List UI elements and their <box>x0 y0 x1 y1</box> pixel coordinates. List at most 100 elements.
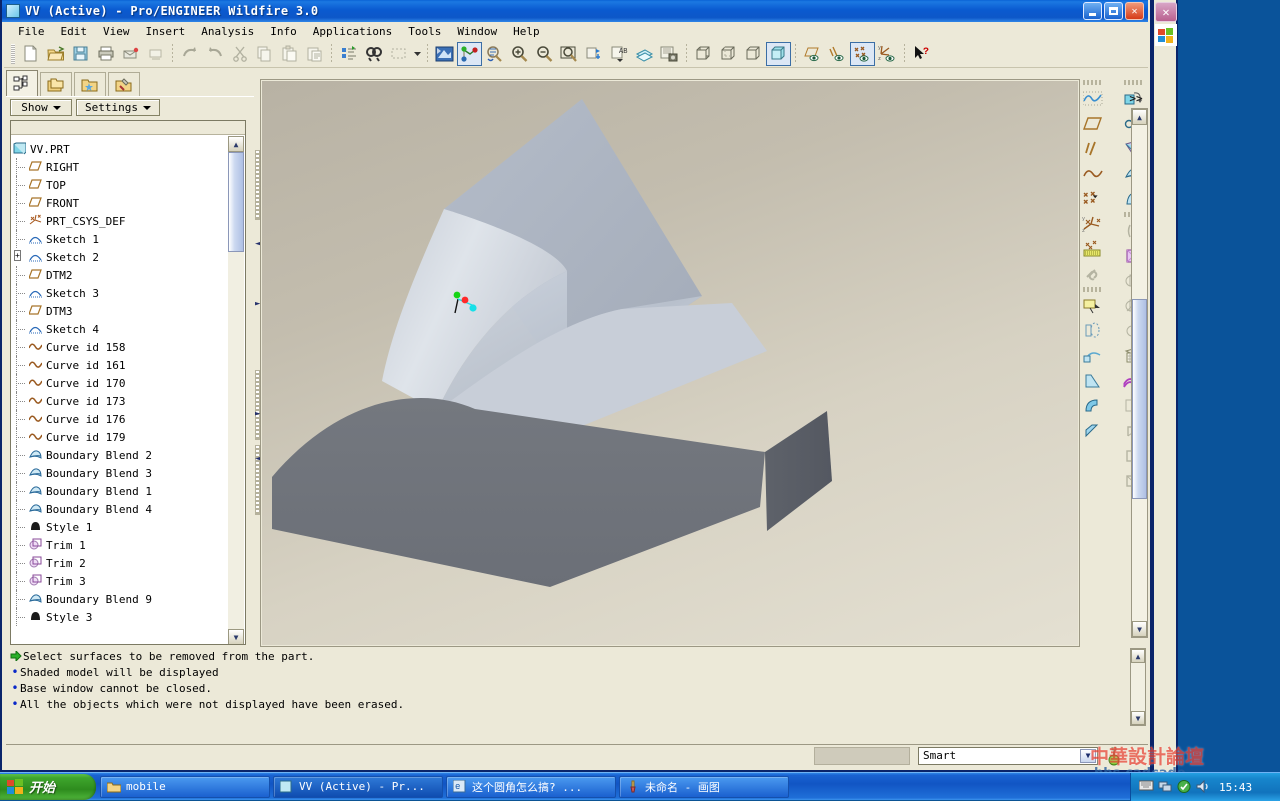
datum-csys-icon[interactable]: y z <box>1081 211 1105 236</box>
close-button[interactable]: ✕ <box>1125 2 1144 20</box>
datum-curve-icon[interactable] <box>1081 86 1105 111</box>
toolbar-grip[interactable] <box>1083 80 1103 85</box>
shaded-icon[interactable] <box>766 42 791 66</box>
graph-icon[interactable] <box>1081 236 1105 261</box>
3d-model[interactable] <box>262 81 1078 645</box>
tree-item[interactable]: Sketch 3 <box>13 284 229 302</box>
tree-item[interactable]: Trim 2 <box>13 554 229 572</box>
message-area-scrollbar[interactable]: ▲ ▼ <box>1130 648 1146 726</box>
hidden-line-icon[interactable] <box>716 42 741 66</box>
selection-filter-combobox[interactable]: Smart ▼ <box>918 747 1098 765</box>
print-icon[interactable] <box>93 42 118 66</box>
menu-item-insert[interactable]: Insert <box>138 24 194 39</box>
splitter-collapse-arrow2-icon[interactable]: ► <box>255 410 260 418</box>
round-icon[interactable] <box>1081 393 1105 418</box>
tree-item[interactable]: TOP <box>13 176 229 194</box>
zoom-out-icon[interactable] <box>532 42 557 66</box>
toolbar-expander-button[interactable]: >> <box>1126 90 1146 106</box>
scroll-down-arrow-icon[interactable]: ▼ <box>228 629 244 645</box>
menu-item-help[interactable]: Help <box>505 24 548 39</box>
connections-tab[interactable] <box>108 72 140 96</box>
splitter-grip-top[interactable] <box>255 150 260 220</box>
model-tree-tab[interactable] <box>6 70 38 96</box>
help-pointer-icon[interactable]: ? <box>909 42 934 66</box>
menu-item-window[interactable]: Window <box>449 24 505 39</box>
tree-expand-toggle[interactable]: + <box>14 250 21 261</box>
chain-icon[interactable] <box>1081 261 1105 286</box>
menu-item-applications[interactable]: Applications <box>305 24 400 39</box>
repaint-icon[interactable] <box>432 42 457 66</box>
tree-item[interactable]: Boundary Blend 3 <box>13 464 229 482</box>
menu-item-view[interactable]: View <box>95 24 138 39</box>
folder-browser-tab[interactable] <box>40 72 72 96</box>
tree-item[interactable]: Style 1 <box>13 518 229 536</box>
cut-icon[interactable] <box>227 42 252 66</box>
scroll-up-arrow-icon[interactable]: ▲ <box>1132 109 1147 125</box>
datum-point-visibility-icon[interactable] <box>850 42 875 66</box>
open-folder-icon[interactable] <box>43 42 68 66</box>
chevron-down-icon[interactable]: ▼ <box>1080 749 1096 763</box>
paste-icon[interactable] <box>277 42 302 66</box>
taskbar-item-mobile[interactable]: mobile <box>100 776 270 798</box>
maximize-button[interactable] <box>1104 2 1123 20</box>
volume-icon[interactable] <box>1196 780 1210 794</box>
tree-item[interactable]: Style 3 <box>13 608 229 626</box>
tree-item[interactable]: Curve id 158 <box>13 338 229 356</box>
splitter-collapse-arrow3-icon[interactable]: ◄ <box>255 455 260 463</box>
mail-icon[interactable] <box>118 42 143 66</box>
splitter-collapse-arrow-icon[interactable]: ◄ <box>255 240 260 248</box>
tree-item[interactable]: DTM3 <box>13 302 229 320</box>
tree-item[interactable]: +Sketch 2 <box>13 248 229 266</box>
outer-close-button[interactable]: ✕ <box>1155 2 1177 22</box>
toolbar-grip[interactable] <box>11 44 15 64</box>
menu-item-analysis[interactable]: Analysis <box>193 24 262 39</box>
datum-plane-visibility-icon[interactable] <box>800 42 825 66</box>
taskbar-item-paint[interactable]: 未命名 - 画图 <box>619 776 789 798</box>
tree-item[interactable]: DTM2 <box>13 266 229 284</box>
copy-icon[interactable] <box>252 42 277 66</box>
select-box-icon[interactable] <box>386 42 411 66</box>
scroll-up-arrow-icon[interactable]: ▲ <box>228 136 244 152</box>
menu-item-edit[interactable]: Edit <box>53 24 96 39</box>
tree-item[interactable]: Trim 1 <box>13 536 229 554</box>
annotate-icon[interactable]: AB <box>607 42 632 66</box>
model-tree-scrollbar[interactable]: ▲ ▼ <box>228 136 244 645</box>
splitter-grip-mid[interactable] <box>255 370 260 440</box>
scrollbar-thumb[interactable] <box>1132 299 1147 499</box>
network-icon[interactable] <box>1158 780 1172 794</box>
tree-item[interactable]: Sketch 1 <box>13 230 229 248</box>
tree-root-item[interactable]: VV.PRT <box>13 140 229 158</box>
scroll-up-arrow-icon[interactable]: ▲ <box>1131 649 1145 663</box>
undo-icon[interactable] <box>177 42 202 66</box>
zoom-area-icon[interactable] <box>557 42 582 66</box>
tree-item[interactable]: Trim 3 <box>13 572 229 590</box>
curve-icon[interactable] <box>1081 161 1105 186</box>
redo-icon[interactable] <box>202 42 227 66</box>
datum-point-icon[interactable] <box>1081 186 1105 211</box>
show-button[interactable]: Show <box>10 99 72 116</box>
tree-item[interactable]: PRT_CSYS_DEF <box>13 212 229 230</box>
taskbar-item-proe[interactable]: VV (Active) - Pr... <box>273 776 443 798</box>
revolve-icon[interactable] <box>1081 318 1105 343</box>
tree-item[interactable]: FRONT <box>13 194 229 212</box>
minimize-button[interactable] <box>1083 2 1102 20</box>
tree-item[interactable]: Sketch 4 <box>13 320 229 338</box>
tree-item[interactable]: Curve id 176 <box>13 410 229 428</box>
panel-splitter[interactable]: ◄ ► ► ◄ <box>254 70 262 645</box>
datum-axis-icon[interactable] <box>1081 136 1105 161</box>
favorites-tab[interactable] <box>74 72 106 96</box>
refit-icon[interactable] <box>482 42 507 66</box>
no-hidden-icon[interactable] <box>741 42 766 66</box>
tree-item[interactable]: RIGHT <box>13 158 229 176</box>
tree-item[interactable]: Curve id 179 <box>13 428 229 446</box>
datum-plane-icon[interactable] <box>1081 111 1105 136</box>
browser-scrollbar[interactable]: ▲ ▼ <box>1131 108 1148 638</box>
wireframe-icon[interactable] <box>691 42 716 66</box>
new-file-icon[interactable] <box>18 42 43 66</box>
layers-icon[interactable] <box>632 42 657 66</box>
shade-capture-icon[interactable] <box>657 42 682 66</box>
find-icon[interactable] <box>361 42 386 66</box>
graphics-viewport[interactable] <box>262 81 1078 645</box>
paste-special-icon[interactable] <box>302 42 327 66</box>
scrollbar-thumb[interactable] <box>228 152 244 252</box>
